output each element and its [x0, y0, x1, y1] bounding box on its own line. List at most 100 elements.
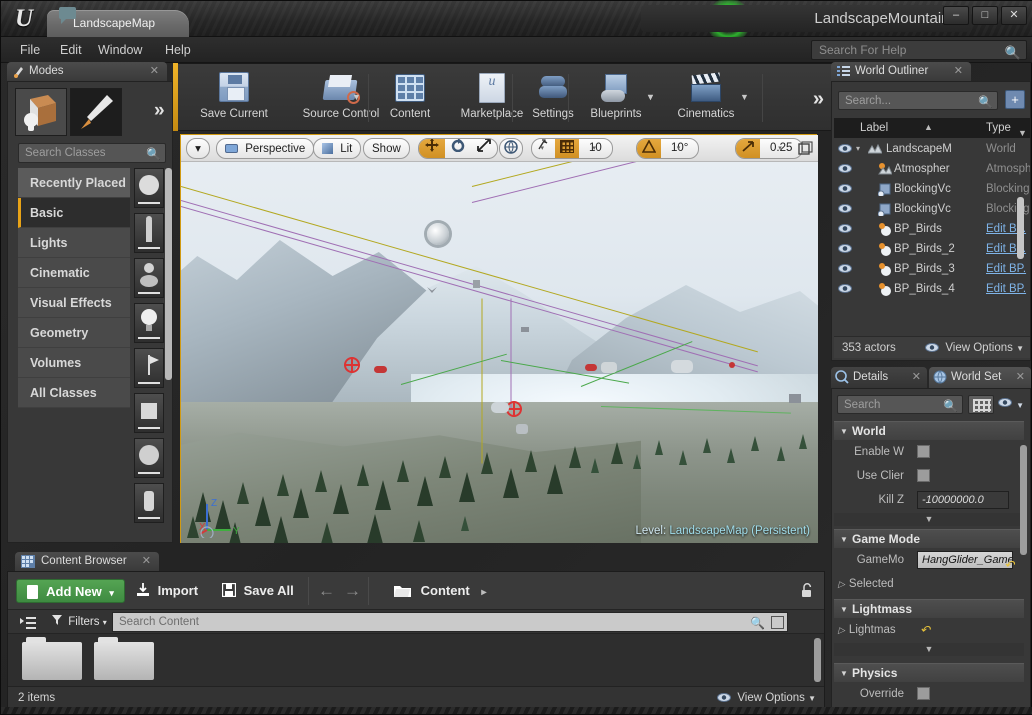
asset-list-scrollbar[interactable] [165, 168, 172, 380]
lock-icon[interactable] [801, 583, 814, 601]
visibility-eye-icon[interactable] [838, 162, 852, 175]
reset-icon[interactable]: ↶ [1004, 558, 1014, 572]
section-world[interactable]: ▼ World [834, 421, 1024, 440]
details-close-icon[interactable]: ✕ [912, 367, 921, 388]
world-settings-close-icon[interactable]: ✕ [1016, 367, 1025, 388]
filters-button[interactable]: Filters ▾ [52, 613, 107, 632]
content-browser-tab[interactable]: Content Browser ✕ [15, 552, 159, 571]
nav-forward-button[interactable]: → [344, 579, 361, 603]
minimize-button[interactable]: – [943, 6, 969, 25]
menu-window[interactable]: Window [89, 37, 151, 63]
surface-snap-caret-icon[interactable]: ▾ [541, 139, 545, 159]
scale-gizmo-button[interactable] [471, 138, 497, 159]
content-asset-grid[interactable] [8, 634, 824, 686]
visibility-eye-icon[interactable] [838, 262, 852, 275]
view-mode-button[interactable]: Lit [313, 138, 361, 159]
add-new-button[interactable]: Add New ▾ [16, 579, 125, 603]
search-classes-input[interactable]: Search Classes 🔍 [18, 143, 166, 163]
translate-gizmo-button[interactable] [419, 138, 445, 159]
save-all-button[interactable]: Save All [222, 579, 294, 603]
asset-thumb-cylinder[interactable] [134, 483, 164, 523]
table-row[interactable]: BP_Birds_3 Edit BP. [834, 259, 1030, 279]
world-outliner-tab[interactable]: World Outliner ✕ [831, 62, 971, 81]
kill-z-input[interactable]: -10000000.0 [917, 491, 1009, 509]
checkbox[interactable] [917, 469, 930, 482]
asset-thumb-character[interactable] [134, 213, 164, 253]
section-lightmass[interactable]: ▼ Lightmass [834, 599, 1024, 618]
toolbar-overflow-icon[interactable]: » [813, 88, 824, 111]
cinematics-caret-icon[interactable]: ▼ [740, 92, 749, 102]
grid-snap-value[interactable]: 10 ▾ [579, 138, 612, 159]
visibility-eye-icon[interactable] [838, 182, 852, 195]
asset-thumbnail-list[interactable] [134, 168, 172, 548]
modes-more-icon[interactable]: » [154, 100, 165, 122]
sidebar-item-visual-effects[interactable]: Visual Effects [18, 288, 130, 318]
table-row[interactable]: BP_Boost_ Edit BP. [834, 299, 1030, 303]
sidebar-item-lights[interactable]: Lights [18, 228, 130, 258]
edit-blueprint-link[interactable]: Edit BP. [986, 259, 1026, 279]
expander-icon[interactable]: ▾ [856, 144, 860, 153]
level-viewport[interactable]: ▾ Perspective Lit Show [180, 134, 817, 543]
actor-name[interactable]: BlockingVc [894, 179, 986, 199]
section-physics[interactable]: ▼ Physics [834, 663, 1024, 682]
feedback-speech-icon[interactable] [59, 7, 76, 19]
details-scrollbar[interactable] [1020, 445, 1027, 555]
menu-edit[interactable]: Edit [51, 37, 91, 63]
scale-snap-value[interactable]: 0.25 ▾ [760, 138, 802, 159]
menu-file[interactable]: File [11, 37, 49, 63]
asset-thumb-shapes[interactable] [134, 258, 164, 298]
details-view-options[interactable]: ▼ [998, 397, 1024, 411]
surface-snap-button[interactable]: ▾ [532, 138, 555, 159]
lightmass-section-expander[interactable]: ▼ [834, 643, 1024, 656]
details-search-input[interactable]: Search 🔍 [837, 395, 963, 414]
source-control-caret-icon[interactable]: ▼ [352, 92, 361, 102]
actor-name[interactable]: Atmospher [894, 159, 986, 179]
column-type[interactable]: Type [986, 118, 1011, 138]
landscape-mode-button[interactable] [70, 88, 122, 136]
content-grid-scrollbar[interactable] [814, 638, 821, 682]
modes-tab[interactable]: Modes ✕ [7, 62, 167, 81]
asset-thumb-player-start[interactable] [134, 348, 164, 388]
outliner-search-input[interactable]: Search... 🔍 [838, 91, 998, 110]
source-list-icon[interactable] [20, 616, 36, 628]
expander-icon[interactable]: ▷ [838, 625, 845, 635]
toolbar-cinematics[interactable]: Cinematics [664, 68, 748, 128]
place-mode-button[interactable] [15, 88, 67, 136]
content-browser-close-icon[interactable]: ✕ [142, 552, 151, 571]
modes-close-icon[interactable]: ✕ [150, 62, 159, 81]
outliner-add-button[interactable]: + [1005, 90, 1025, 109]
visibility-eye-icon[interactable] [838, 282, 852, 295]
sun-gear-actor-icon[interactable] [427, 223, 449, 245]
table-row[interactable]: ▾ LandscapeM World [834, 139, 1030, 159]
actor-name[interactable]: BP_Birds_4 [894, 279, 986, 299]
visibility-eye-icon[interactable] [838, 222, 852, 235]
outliner-rows[interactable]: ▾ LandscapeM World Atmospher Atmosph [834, 139, 1030, 303]
visibility-eye-icon[interactable] [838, 142, 852, 155]
blueprints-caret-icon[interactable]: ▼ [646, 92, 655, 102]
table-row[interactable]: BlockingVc Blocking [834, 179, 1030, 199]
toolbar-content[interactable]: Content [374, 68, 446, 128]
visibility-eye-icon[interactable] [838, 302, 852, 303]
actor-name[interactable]: BlockingVc [894, 199, 986, 219]
edit-blueprint-link[interactable]: Edit BP. [986, 279, 1026, 299]
asset-thumb-sphere[interactable] [134, 168, 164, 208]
viewport-scene[interactable]: Z Y X Level: LandscapeMap (Persistent) [181, 162, 818, 543]
actor-name[interactable]: LandscapeM [886, 139, 982, 159]
nav-back-button[interactable]: ← [318, 579, 335, 603]
checkbox[interactable] [917, 445, 930, 458]
scale-snap-toggle[interactable] [736, 138, 760, 159]
outliner-scrollbar[interactable] [1017, 197, 1024, 259]
angle-snap-caret-icon[interactable]: ▾ [677, 139, 681, 159]
asset-thumb-sphere-2[interactable] [134, 438, 164, 478]
camera-mode-button[interactable]: Perspective [216, 138, 314, 159]
checkbox[interactable] [917, 687, 930, 700]
actor-name[interactable]: BP_Birds_2 [894, 239, 986, 259]
outliner-view-options[interactable]: View Options ▼ [925, 337, 1024, 361]
menu-help[interactable]: Help [156, 37, 200, 63]
section-game-mode[interactable]: ▼ Game Mode [834, 529, 1024, 548]
visibility-eye-icon[interactable] [838, 242, 852, 255]
edit-blueprint-link[interactable]: Edit BP. [986, 299, 1026, 303]
grid-snap-toggle[interactable] [555, 138, 579, 159]
column-label[interactable]: Label [860, 118, 888, 138]
sidebar-item-volumes[interactable]: Volumes [18, 348, 130, 378]
